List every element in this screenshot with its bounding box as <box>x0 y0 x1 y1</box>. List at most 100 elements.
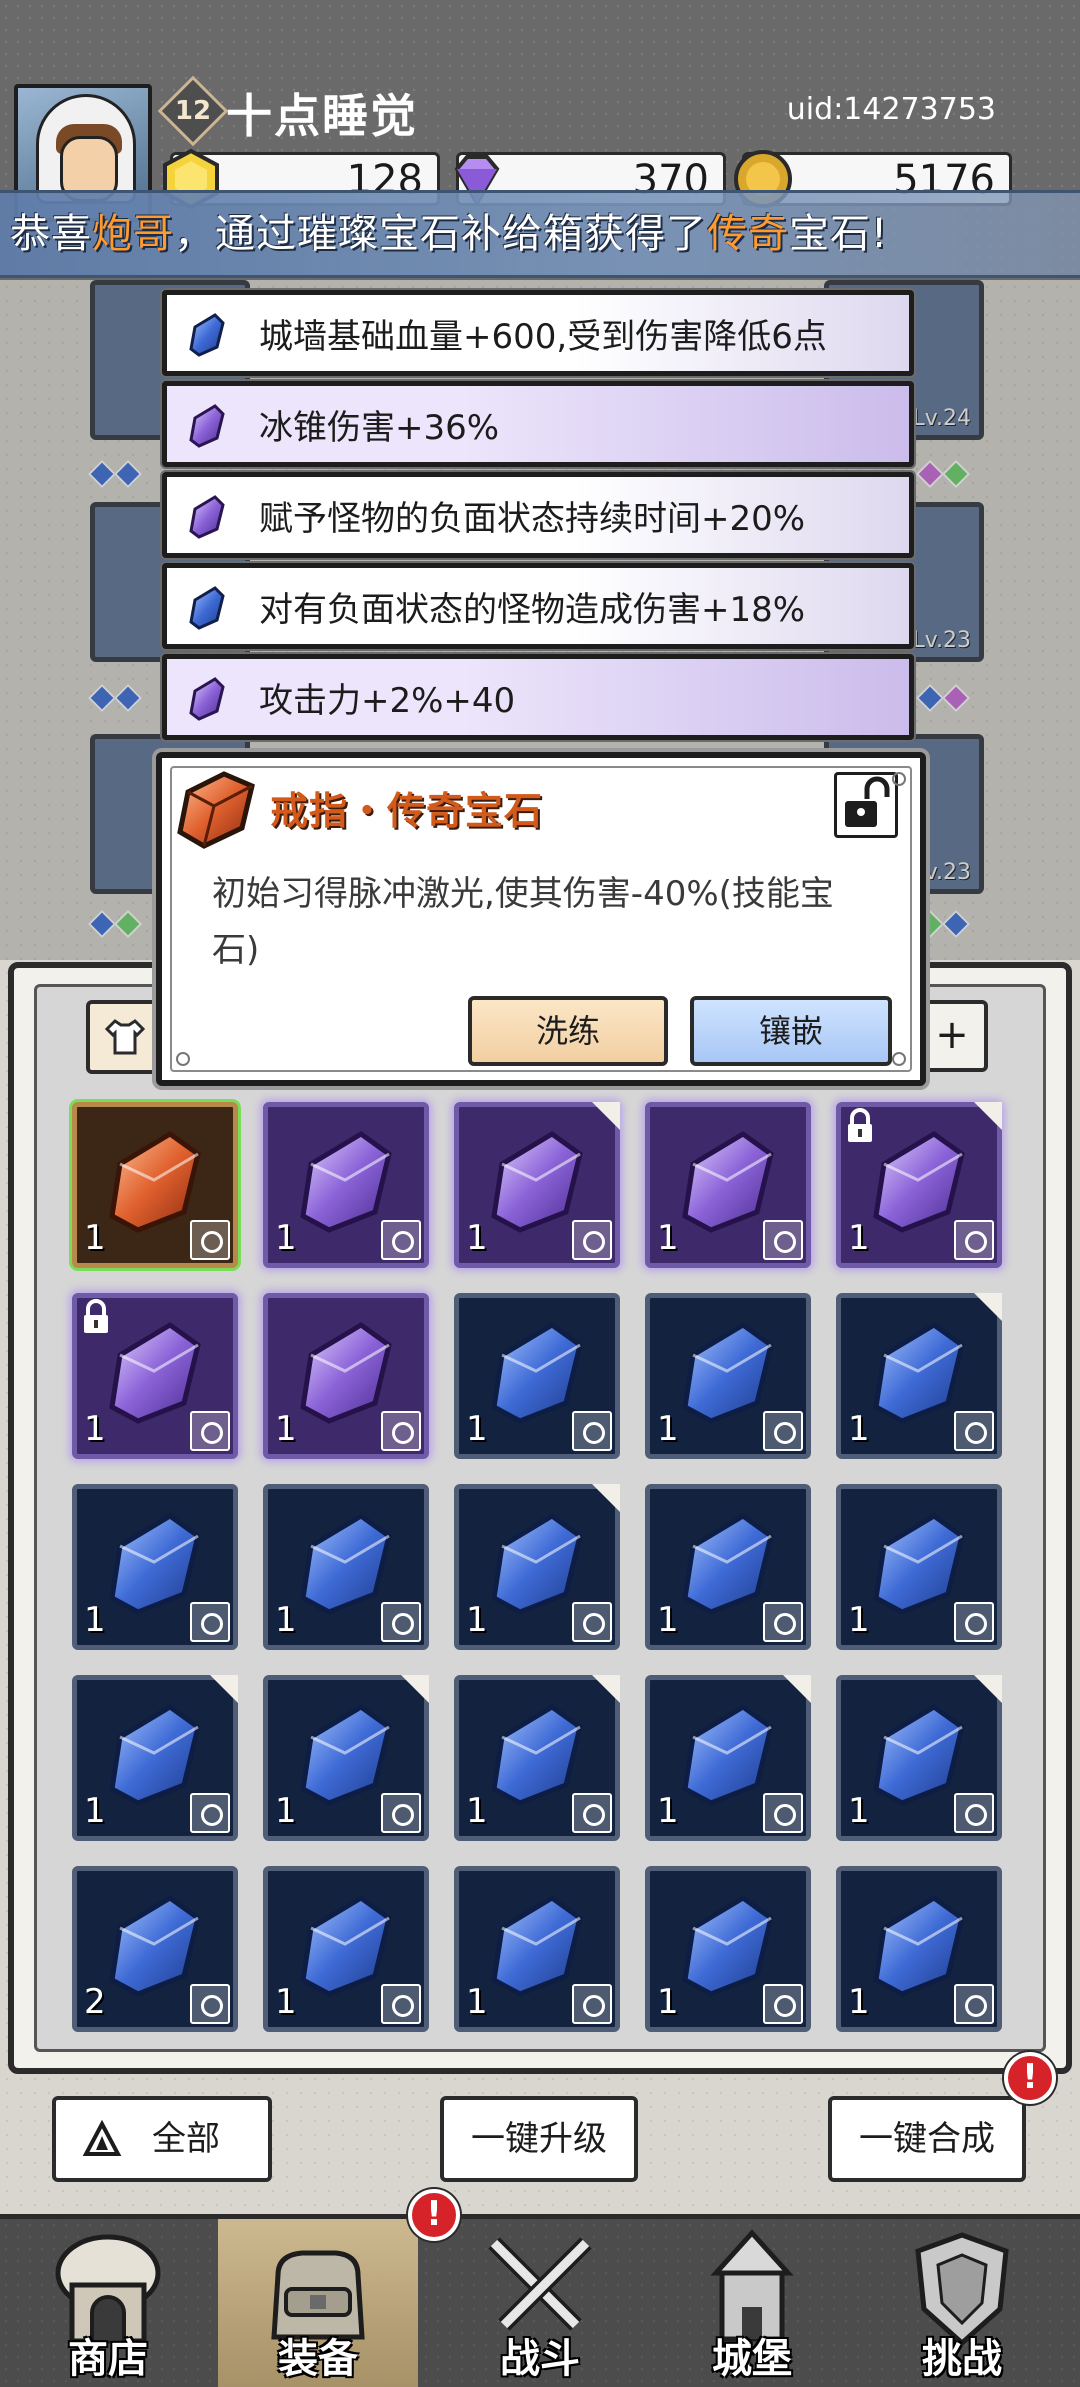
gem-slot[interactable]: 1 <box>72 1675 238 1841</box>
gem-count: 1 <box>848 1982 870 2022</box>
equip-slot-type-icon <box>381 1602 421 1642</box>
affix-row: 赋予怪物的负面状态持续时间+20% <box>162 472 914 558</box>
gem-slot[interactable]: 1 <box>645 1102 811 1268</box>
gem-count: 1 <box>466 1600 488 1640</box>
equip-slot-type-icon <box>190 1984 230 2024</box>
unlock-toggle[interactable] <box>834 772 898 838</box>
equip-slot-type-icon <box>190 1220 230 1260</box>
gem-slot[interactable]: 1 <box>836 1675 1002 1841</box>
equip-slot-type-icon <box>954 1411 994 1451</box>
nav-challenge[interactable]: 挑战 <box>862 2219 1062 2387</box>
gem-affix-list: 城墙基础血量+600,受到伤害降低6点 冰锥伤害+36% 赋予怪物的负面状态持续… <box>162 290 914 745</box>
affix-text: 冰锥伤害+36% <box>259 408 500 448</box>
legendary-gem-icon <box>177 771 255 849</box>
refine-button[interactable]: 洗练 <box>468 996 668 1066</box>
gem-count: 1 <box>848 1409 870 1449</box>
gem-slot[interactable]: 1 <box>263 1102 429 1268</box>
player-uid: uid:14273753 <box>786 92 996 127</box>
equip-slot-type-icon <box>763 1411 803 1451</box>
equip-slot-type-icon <box>572 1220 612 1260</box>
equip-slot-type-icon <box>190 1602 230 1642</box>
gem-slot[interactable]: 1 <box>263 1675 429 1841</box>
gem-slot[interactable]: 1 <box>454 1484 620 1650</box>
gem-slot[interactable]: 1 <box>72 1293 238 1459</box>
top-header: 12 十点睡觉 uid:14273753 128 370 5176 恭喜炮哥，通… <box>0 0 1080 280</box>
gem-count: 1 <box>84 1409 106 1449</box>
gem-count: 1 <box>275 1409 297 1449</box>
equip-slot-type-icon <box>381 1411 421 1451</box>
gem-slot[interactable]: 1 <box>454 1675 620 1841</box>
broadcast-rarity: 传奇 <box>707 211 789 257</box>
equip-slot-type-icon <box>190 1793 230 1833</box>
gem-count: 1 <box>466 1791 488 1831</box>
equip-slot-type-icon <box>572 1602 612 1642</box>
new-corner-marker <box>210 1675 238 1703</box>
affix-text: 对有负面状态的怪物造成伤害+18% <box>259 590 806 630</box>
nav-label: 城堡 <box>712 2336 792 2382</box>
gem-slot[interactable]: 1 <box>72 1102 238 1268</box>
equip-slot-type-icon <box>954 1984 994 2024</box>
gem-detail-card: 戒指・传奇宝石 初始习得脉冲激光,使其伤害-40%(技能宝石) 洗练 镶嵌 <box>156 752 926 1086</box>
gem-count: 1 <box>275 1982 297 2022</box>
broadcast-prefix: 恭喜 <box>10 211 92 257</box>
affix-text: 攻击力+2%+40 <box>259 681 516 721</box>
player-level: 12 <box>174 96 212 126</box>
add-button[interactable]: + <box>916 1000 988 1072</box>
equip-slot-type-icon <box>954 1602 994 1642</box>
nav-battle[interactable]: 战斗 <box>440 2219 640 2387</box>
broadcast-middle: ，通过璀璨宝石补给箱获得了 <box>174 211 707 257</box>
new-corner-marker <box>974 1675 1002 1703</box>
gem-slot[interactable]: 1 <box>72 1484 238 1650</box>
one-click-merge-button[interactable]: 一键合成 <box>828 2096 1026 2182</box>
nav-equipment[interactable]: 装备 <box>218 2219 418 2387</box>
shirt-filter-icon <box>104 1019 146 1055</box>
equip-slot-type-icon <box>954 1220 994 1260</box>
gem-slot[interactable]: 1 <box>263 1866 429 2032</box>
gem-slot[interactable]: 1 <box>645 1866 811 2032</box>
gem-slot[interactable]: 1 <box>645 1675 811 1841</box>
gem-slot[interactable]: 1 <box>836 1102 1002 1268</box>
gem-count: 1 <box>466 1218 488 1258</box>
nav-castle[interactable]: 城堡 <box>652 2219 852 2387</box>
gem-slot[interactable]: 1 <box>645 1293 811 1459</box>
equip-slot-type-icon <box>572 1793 612 1833</box>
one-click-upgrade-button[interactable]: 一键升级 <box>440 2096 638 2182</box>
gem-slot[interactable]: 1 <box>454 1293 620 1459</box>
filter-all-button[interactable]: 全部 <box>52 2096 272 2182</box>
purple-gem-icon <box>189 677 225 721</box>
padlock-icon <box>848 1108 872 1142</box>
equip-slot-type-icon <box>954 1793 994 1833</box>
gem-slot[interactable]: 1 <box>836 1293 1002 1459</box>
triangle-up-icon <box>82 2120 122 2156</box>
gem-slot[interactable]: 1 <box>454 1102 620 1268</box>
inlay-button[interactable]: 镶嵌 <box>690 996 892 1066</box>
gem-count: 1 <box>275 1218 297 1258</box>
equip-slot-type-icon <box>572 1411 612 1451</box>
gem-slot[interactable]: 1 <box>836 1484 1002 1650</box>
nav-label: 战斗 <box>500 2336 580 2382</box>
gem-count: 1 <box>657 1791 679 1831</box>
gem-slot[interactable]: 1 <box>263 1484 429 1650</box>
nav-shop[interactable]: 商店 <box>8 2219 208 2387</box>
gem-slot[interactable]: 1 <box>645 1484 811 1650</box>
gem-count: 1 <box>84 1218 106 1258</box>
broadcast-suffix: 宝石! <box>789 211 889 257</box>
gem-grid: 1 1 1 1 1 1 1 1 1 1 1 1 1 1 1 1 1 1 1 1 2 1 1 1 1 <box>72 1102 1022 2042</box>
gem-slot[interactable]: 2 <box>72 1866 238 2032</box>
gem-count: 2 <box>84 1982 106 2022</box>
purple-gem-icon <box>189 495 225 539</box>
merge-alert-badge: ! <box>1004 2052 1056 2104</box>
broadcast-text: 恭喜炮哥，通过璀璨宝石补给箱获得了传奇宝石! <box>10 201 888 259</box>
broadcast-banner: 恭喜炮哥，通过璀璨宝石补给箱获得了传奇宝石! <box>0 190 1080 278</box>
new-corner-marker <box>974 1293 1002 1321</box>
gem-slot[interactable]: 1 <box>454 1866 620 2032</box>
gem-count: 1 <box>657 1409 679 1449</box>
new-corner-marker <box>974 1102 1002 1130</box>
gem-slot[interactable]: 1 <box>263 1293 429 1459</box>
gem-count: 1 <box>466 1409 488 1449</box>
filter-button[interactable] <box>86 1000 164 1074</box>
gem-slot[interactable]: 1 <box>836 1866 1002 2032</box>
card-corner-dot <box>176 1052 190 1066</box>
unlocked-padlock-icon <box>845 776 890 827</box>
equip-slot-type-icon <box>381 1220 421 1260</box>
